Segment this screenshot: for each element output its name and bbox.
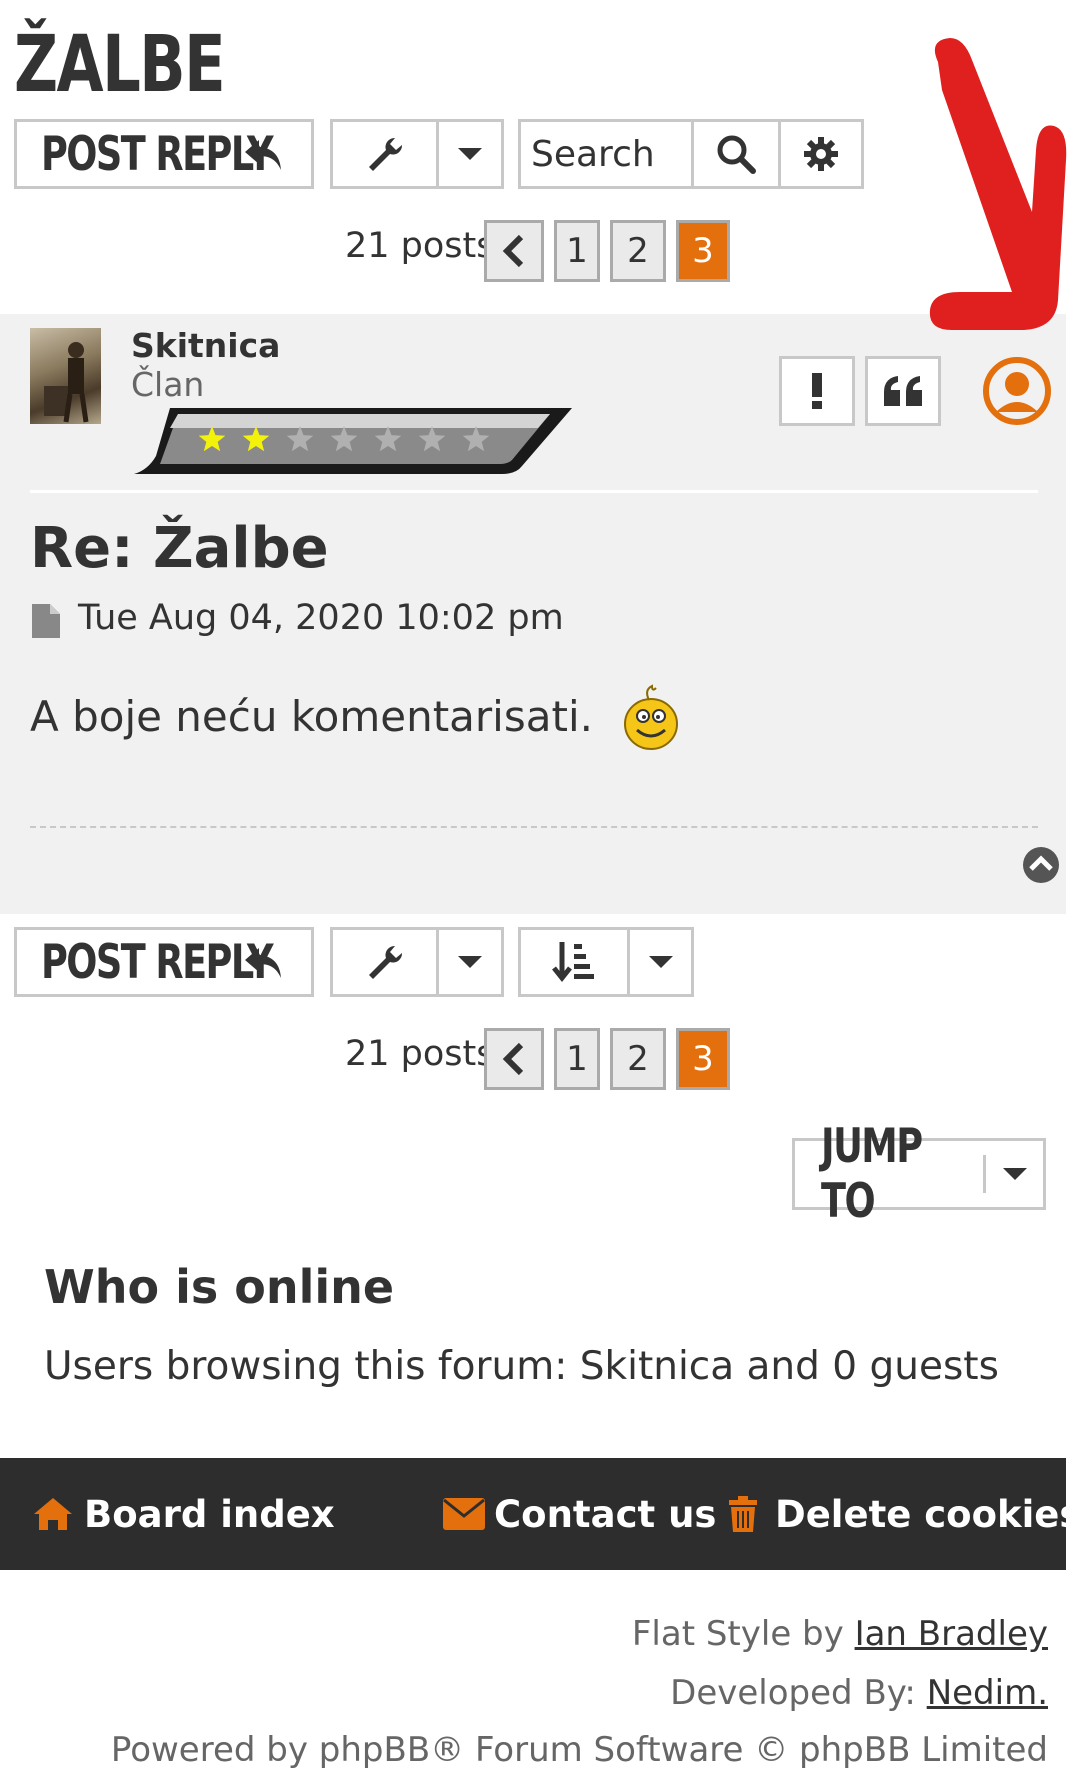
post-file-icon[interactable] <box>32 604 60 638</box>
post-signature-divider <box>30 826 1038 828</box>
board-index-link[interactable]: Board index <box>32 1458 335 1570</box>
report-button[interactable] <box>779 356 855 426</box>
post-divider <box>30 490 1038 493</box>
previous-page-button[interactable] <box>484 220 544 282</box>
reply-icon <box>245 140 281 170</box>
quote-button[interactable] <box>865 356 941 426</box>
search-icon <box>717 135 756 174</box>
post-reply-button-bottom[interactable]: POST REPLY <box>14 927 314 997</box>
online-user-link[interactable]: Skitnica <box>580 1344 734 1389</box>
chevron-down-icon <box>458 148 482 160</box>
sort-amount-icon <box>521 930 627 994</box>
developer-link[interactable]: Nedim. <box>927 1673 1048 1713</box>
rank-stars-image <box>134 408 572 474</box>
page-2-link-bottom[interactable]: 2 <box>610 1028 666 1090</box>
chevron-down-icon <box>458 956 482 968</box>
page-3-current[interactable]: 3 <box>676 220 730 282</box>
envelope-icon <box>443 1498 485 1530</box>
post-count-bottom: 21 posts <box>345 1034 495 1074</box>
post-reply-button[interactable]: POST REPLY <box>14 119 314 189</box>
powered-by-credit: Powered by phpBB® Forum Software © phpBB… <box>110 1730 1048 1770</box>
home-icon <box>34 1498 72 1530</box>
user-profile-icon[interactable] <box>982 356 1052 426</box>
annotation-arrow <box>929 38 1067 330</box>
smiley-emoticon-icon <box>624 684 678 750</box>
gear-icon <box>804 137 838 171</box>
topic-tools-dropdown-bottom[interactable] <box>330 927 504 997</box>
avatar[interactable] <box>30 328 101 424</box>
page-1-link-bottom[interactable]: 1 <box>554 1028 600 1090</box>
developer-credit: Developed By: Nedim. <box>670 1673 1048 1713</box>
post-body: A boje neću komentarisati. <box>30 692 593 741</box>
delete-cookies-link[interactable]: Delete cookies <box>727 1458 1078 1570</box>
who-is-online-heading[interactable]: Who is online <box>44 1260 394 1314</box>
topic-tools-dropdown[interactable] <box>330 119 504 189</box>
post-author[interactable]: Skitnica <box>131 326 280 365</box>
back-to-top-icon[interactable] <box>1022 846 1060 884</box>
style-author-link[interactable]: Ian Bradley <box>855 1614 1048 1654</box>
topic-title: ŽALBE <box>14 20 226 110</box>
quote-icon <box>884 376 922 406</box>
page-3-current-bottom[interactable]: 3 <box>676 1028 730 1090</box>
post-date: Tue Aug 04, 2020 10:02 pm <box>78 598 564 638</box>
sort-dropdown[interactable] <box>518 927 694 997</box>
wrench-icon <box>333 930 436 994</box>
trash-icon <box>729 1496 757 1532</box>
style-credit: Flat Style by Ian Bradley <box>631 1614 1048 1654</box>
previous-page-button-bottom[interactable] <box>484 1028 544 1090</box>
post-title[interactable]: Re: Žalbe <box>30 516 329 581</box>
search-button[interactable] <box>694 122 778 186</box>
advanced-search-button[interactable] <box>781 122 861 186</box>
page-2-link[interactable]: 2 <box>610 220 666 282</box>
search-input[interactable]: Search <box>521 122 691 186</box>
footer-navbar: Board index Contact us Delete cookies <box>0 1458 1078 1570</box>
reply-icon <box>245 948 281 978</box>
jump-to-dropdown[interactable]: JUMP TO <box>792 1119 1046 1229</box>
search-box[interactable]: Search <box>518 119 864 189</box>
user-rank: Član <box>131 365 205 404</box>
exclamation-icon <box>812 373 822 409</box>
wrench-icon <box>333 122 436 186</box>
chevron-down-icon <box>1002 1168 1027 1180</box>
chevron-down-icon <box>648 956 673 968</box>
chevron-left-icon <box>502 1042 524 1076</box>
post-count: 21 posts <box>345 226 495 266</box>
chevron-left-icon <box>502 234 524 268</box>
page-1-link[interactable]: 1 <box>554 220 600 282</box>
who-is-online-text: Users browsing this forum: Skitnica and … <box>44 1344 999 1389</box>
contact-us-link[interactable]: Contact us <box>442 1458 716 1570</box>
